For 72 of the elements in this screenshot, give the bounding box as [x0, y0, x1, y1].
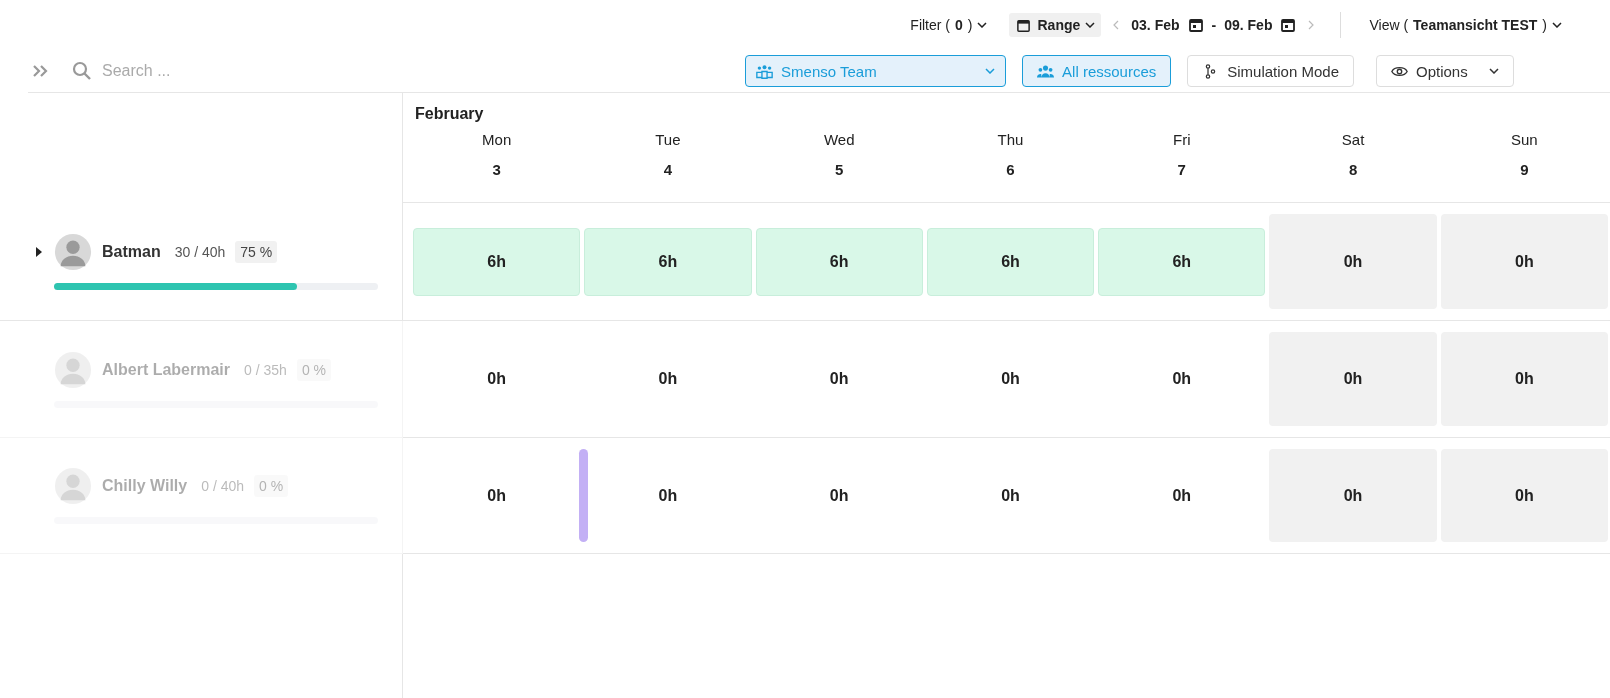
hours-cell[interactable]: 0h [584, 462, 752, 529]
chevron-down-icon [977, 22, 988, 28]
range-button[interactable]: Range [1009, 13, 1102, 37]
date-label: 5 [835, 161, 844, 178]
weekday-label: Sun [1511, 131, 1538, 148]
weekday-label: Thu [997, 131, 1024, 148]
weekday-label: Mon [482, 131, 512, 148]
hours-cell[interactable]: 0h [1098, 462, 1266, 529]
hours-cell[interactable]: 6h [755, 227, 923, 296]
start-date: 03. Feb [1131, 17, 1180, 33]
avatar-icon [54, 467, 92, 505]
hours-cell[interactable]: 0h [1098, 346, 1266, 412]
expand-icon[interactable] [32, 64, 50, 78]
hours-cell[interactable]: 0h [1269, 332, 1437, 426]
hours-label: 0 / 35h [244, 361, 287, 378]
hours-cell[interactable]: 0h [1440, 449, 1608, 542]
percent-badge: 0 % [254, 475, 289, 497]
avatar-icon [54, 350, 92, 389]
person-name: Batman [102, 243, 161, 261]
hours-cell[interactable]: 6h [926, 227, 1095, 296]
hours-cell[interactable]: 0h [584, 346, 752, 412]
date-label: 8 [1348, 161, 1358, 178]
options-dropdown[interactable]: Options [1376, 55, 1514, 87]
percent-badge: 0 % [296, 358, 331, 381]
simulation-mode-button[interactable]: Simulation Mode [1187, 55, 1354, 87]
hours-label: 0 / 40h [201, 478, 245, 494]
calendar-icon [1015, 17, 1033, 33]
hours-cell[interactable]: 0h [413, 346, 581, 412]
hours-cell[interactable]: 0h [926, 462, 1095, 529]
date-separator: - [1211, 17, 1217, 33]
weekday-label: Wed [823, 131, 855, 148]
hours-cell[interactable]: 6h [413, 227, 581, 296]
hours-cell[interactable]: 0h [1440, 332, 1608, 426]
hours-cell[interactable]: 0h [1269, 449, 1437, 542]
hours-cell[interactable]: 0h [1269, 214, 1437, 309]
hours-cell[interactable]: 6h [1098, 227, 1266, 296]
weekday-label: Sat [1341, 131, 1365, 148]
previous-icon[interactable] [1113, 20, 1120, 30]
hours-cell[interactable]: 0h [413, 462, 581, 529]
date-label: 3 [492, 161, 501, 178]
weekday-label: Fri [1173, 131, 1191, 148]
avatar-icon [54, 233, 92, 271]
hours-cell[interactable]: 0h [926, 346, 1095, 412]
hours-cell[interactable]: 0h [755, 346, 923, 412]
people-icon [1037, 63, 1055, 79]
chevron-down-icon [1489, 68, 1499, 74]
calendar-icon[interactable] [1280, 17, 1297, 33]
percent-badge: 75 % [235, 241, 278, 263]
hours-cell[interactable]: 0h [1440, 214, 1608, 309]
calendar-icon[interactable] [1187, 17, 1204, 33]
person-name: Albert Labermair [102, 360, 231, 379]
hours-cell[interactable]: 6h [584, 227, 752, 296]
date-label: 6 [1006, 161, 1015, 178]
drag-marker[interactable] [579, 449, 589, 542]
date-label: 9 [1520, 161, 1529, 178]
search-icon [72, 61, 92, 81]
month-label: February [414, 104, 485, 123]
filter-button[interactable]: Filter (0) [904, 13, 994, 37]
person-name: Chilly Willy [102, 477, 188, 495]
hours-label: 30 / 40h [174, 244, 226, 260]
date-label: 4 [663, 161, 673, 178]
view-button[interactable]: View (Teamansicht TEST) [1363, 13, 1568, 37]
team-icon [756, 63, 774, 79]
weekday-label: Tue [655, 131, 681, 148]
chevron-down-icon [1552, 22, 1562, 28]
caret-icon[interactable] [36, 247, 42, 257]
chevron-down-icon [985, 68, 996, 74]
chevron-down-icon [1085, 22, 1096, 28]
end-date: 09. Feb [1224, 17, 1273, 33]
date-label: 7 [1177, 161, 1186, 178]
next-icon[interactable] [1308, 20, 1315, 30]
hours-cell[interactable]: 0h [755, 462, 923, 529]
